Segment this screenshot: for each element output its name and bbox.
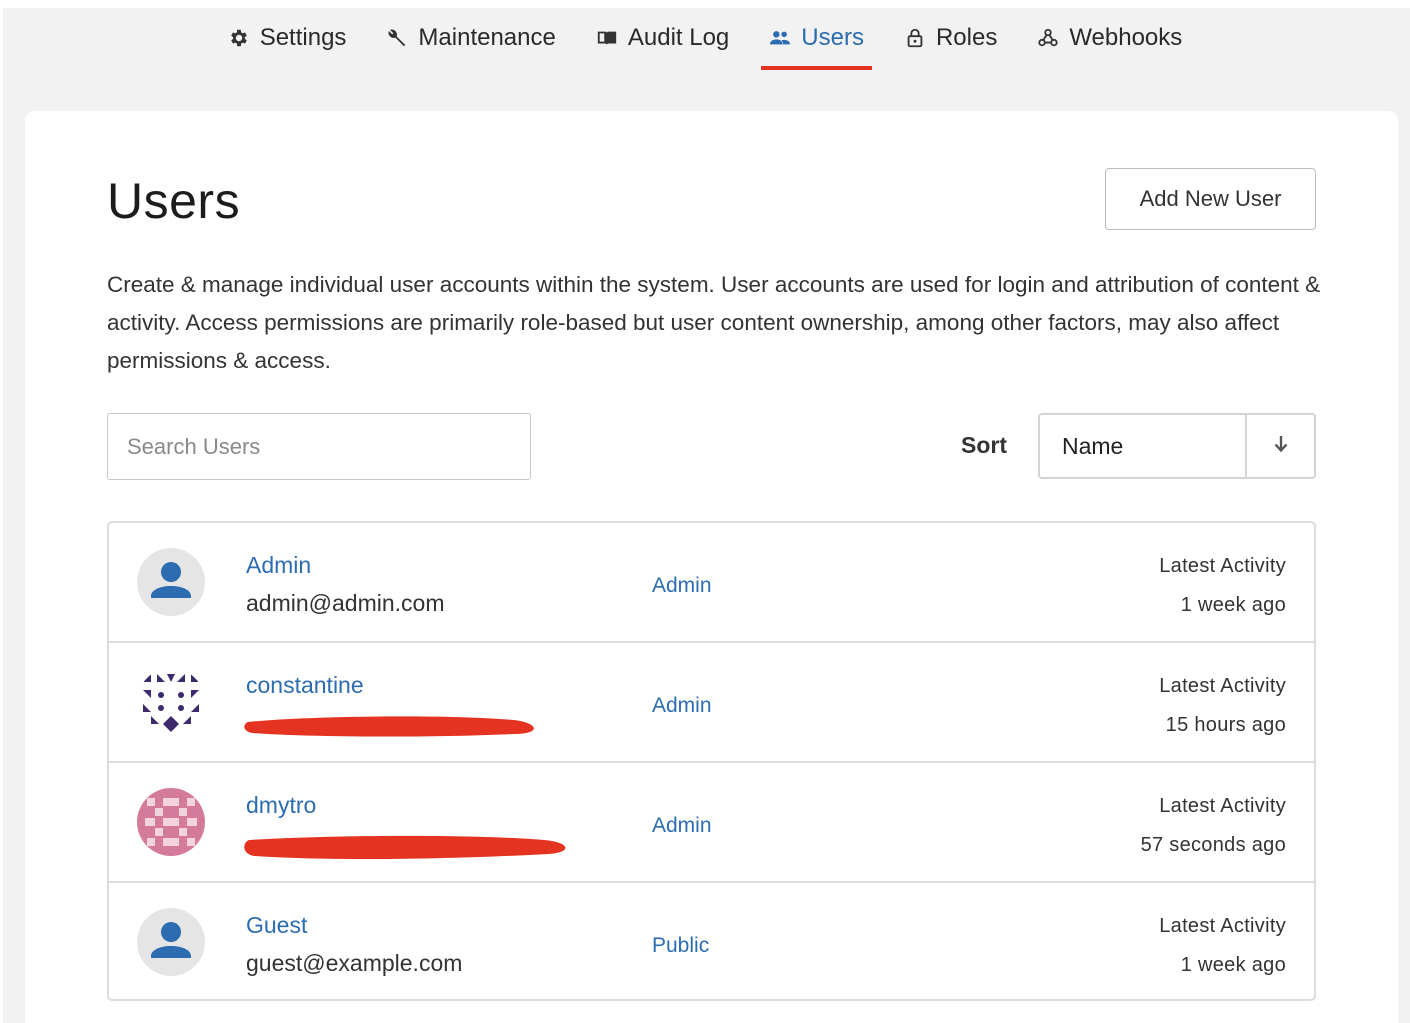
user-role-link[interactable]: Public bbox=[652, 934, 709, 958]
user-row[interactable]: Admin admin@admin.com Admin Latest Activ… bbox=[109, 523, 1314, 643]
user-email: guest@example.com bbox=[246, 950, 463, 976]
default-avatar-icon bbox=[137, 908, 205, 976]
wrench-icon bbox=[386, 27, 408, 49]
top-navigation: Settings Maintenance Audit Log Users Rol… bbox=[0, 8, 1410, 88]
nav-label: Maintenance bbox=[418, 24, 556, 51]
default-avatar-icon bbox=[137, 548, 205, 616]
add-new-user-button[interactable]: Add New User bbox=[1105, 168, 1316, 230]
sort-control: Name bbox=[1038, 413, 1316, 479]
search-users-input[interactable] bbox=[107, 413, 531, 480]
user-list: Admin admin@admin.com Admin Latest Activ… bbox=[107, 521, 1316, 1001]
sort-direction-button[interactable] bbox=[1247, 415, 1314, 477]
window-top-edge bbox=[0, 0, 1410, 8]
nav-item-users[interactable]: Users bbox=[761, 8, 872, 70]
user-name-link[interactable]: dmytro bbox=[246, 792, 316, 819]
users-icon bbox=[769, 27, 791, 49]
webhook-icon bbox=[1037, 27, 1059, 49]
activity-value: 57 seconds ago bbox=[1140, 834, 1286, 856]
nav-label: Audit Log bbox=[627, 24, 730, 51]
nav-item-settings[interactable]: Settings bbox=[220, 8, 355, 68]
activity-value: 1 week ago bbox=[1180, 594, 1286, 616]
nav-label: Settings bbox=[259, 24, 347, 51]
nav-item-maintenance[interactable]: Maintenance bbox=[378, 8, 563, 68]
user-role-link[interactable]: Admin bbox=[652, 814, 712, 838]
redaction-mark bbox=[244, 712, 544, 745]
user-email: admin@admin.com bbox=[246, 590, 445, 616]
identicon-avatar bbox=[137, 668, 205, 736]
activity-label: Latest Activity bbox=[1159, 675, 1286, 697]
activity-value: 15 hours ago bbox=[1165, 714, 1286, 736]
sort-field-select[interactable]: Name bbox=[1040, 415, 1247, 477]
nav-item-audit-log[interactable]: Audit Log bbox=[588, 8, 737, 68]
page-description: Create & manage individual user accounts… bbox=[107, 272, 1321, 373]
nav-item-roles[interactable]: Roles bbox=[896, 8, 1005, 68]
nav-item-webhooks[interactable]: Webhooks bbox=[1029, 8, 1190, 68]
nav-label: Webhooks bbox=[1069, 24, 1183, 51]
activity-label: Latest Activity bbox=[1159, 555, 1286, 577]
activity-value: 1 week ago bbox=[1180, 954, 1286, 976]
user-role-link[interactable]: Admin bbox=[652, 574, 712, 598]
user-row[interactable]: Guest guest@example.com Public Latest Ac… bbox=[109, 883, 1314, 999]
user-name-link[interactable]: Admin bbox=[246, 552, 311, 579]
user-row[interactable]: constantine Admin Latest Activity 15 hou… bbox=[109, 643, 1314, 763]
activity-label: Latest Activity bbox=[1159, 795, 1286, 817]
activity-label: Latest Activity bbox=[1159, 915, 1286, 937]
redaction-mark bbox=[244, 832, 574, 869]
identicon-avatar bbox=[137, 788, 205, 856]
sort-label: Sort bbox=[961, 432, 1007, 458]
user-name-link[interactable]: Guest bbox=[246, 912, 307, 939]
gear-icon bbox=[228, 27, 250, 49]
window-left-edge bbox=[0, 0, 3, 1023]
book-icon bbox=[596, 27, 618, 49]
user-row[interactable]: dmytro Admin Latest Activity 57 seconds … bbox=[109, 763, 1314, 883]
page-title: Users bbox=[107, 173, 241, 229]
user-name-link[interactable]: constantine bbox=[246, 672, 364, 699]
user-role-link[interactable]: Admin bbox=[652, 694, 712, 718]
nav-label: Users bbox=[801, 24, 864, 51]
lock-icon bbox=[904, 27, 926, 49]
arrow-down-icon bbox=[1273, 434, 1289, 459]
nav-label: Roles bbox=[935, 24, 998, 51]
